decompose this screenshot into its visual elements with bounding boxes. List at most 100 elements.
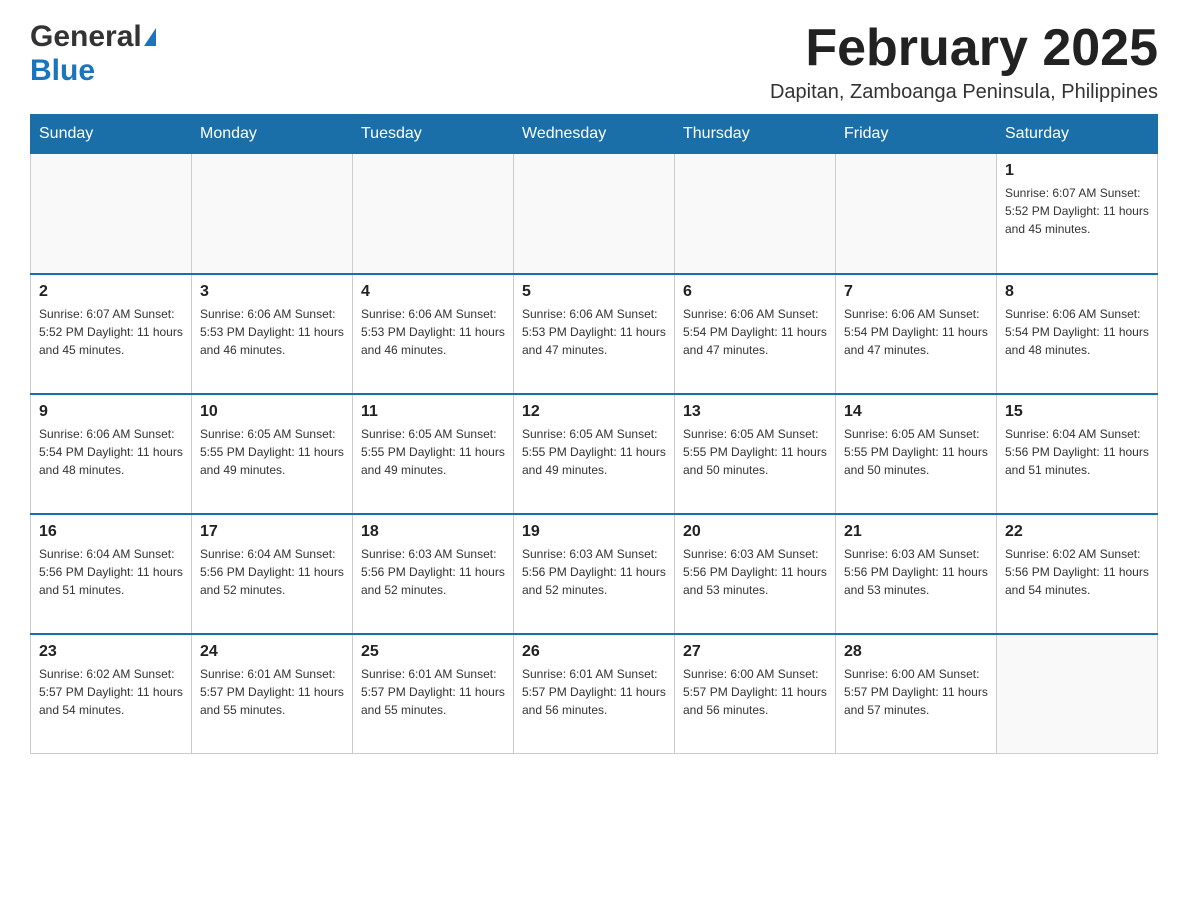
day-number: 6 xyxy=(683,283,827,301)
day-info: Sunrise: 6:05 AM Sunset: 5:55 PM Dayligh… xyxy=(200,425,344,479)
day-info: Sunrise: 6:03 AM Sunset: 5:56 PM Dayligh… xyxy=(361,545,505,599)
day-number: 8 xyxy=(1005,283,1149,301)
day-info: Sunrise: 6:01 AM Sunset: 5:57 PM Dayligh… xyxy=(522,665,666,719)
calendar-day: 3 Sunrise: 6:06 AM Sunset: 5:53 PM Daylig… xyxy=(192,274,353,394)
day-number: 27 xyxy=(683,643,827,661)
day-info: Sunrise: 6:07 AM Sunset: 5:52 PM Dayligh… xyxy=(1005,184,1149,238)
day-number: 22 xyxy=(1005,523,1149,541)
day-number: 24 xyxy=(200,643,344,661)
calendar-week-row: 2 Sunrise: 6:07 AM Sunset: 5:52 PM Daylig… xyxy=(31,274,1158,394)
day-info: Sunrise: 6:06 AM Sunset: 5:53 PM Dayligh… xyxy=(522,305,666,359)
calendar-day: 14 Sunrise: 6:05 AM Sunset: 5:55 PM Dayli… xyxy=(836,394,997,514)
calendar-day: 17 Sunrise: 6:04 AM Sunset: 5:56 PM Dayli… xyxy=(192,514,353,634)
col-tuesday: Tuesday xyxy=(353,115,514,154)
day-info: Sunrise: 6:00 AM Sunset: 5:57 PM Dayligh… xyxy=(844,665,988,719)
calendar-day: 25Sunrise: 6:01 AM Sunset: 5:57 PM Dayli… xyxy=(353,634,514,754)
day-number: 5 xyxy=(522,283,666,301)
day-info: Sunrise: 6:06 AM Sunset: 5:54 PM Dayligh… xyxy=(39,425,183,479)
calendar-day: 15Sunrise: 6:04 AM Sunset: 5:56 PM Dayli… xyxy=(997,394,1158,514)
day-number: 25 xyxy=(361,643,505,661)
day-number: 16 xyxy=(39,523,183,541)
calendar-day xyxy=(514,154,675,274)
day-number: 17 xyxy=(200,523,344,541)
day-info: Sunrise: 6:01 AM Sunset: 5:57 PM Dayligh… xyxy=(200,665,344,719)
day-number: 19 xyxy=(522,523,666,541)
day-info: Sunrise: 6:05 AM Sunset: 5:55 PM Dayligh… xyxy=(522,425,666,479)
col-sunday: Sunday xyxy=(31,115,192,154)
calendar-day: 24 Sunrise: 6:01 AM Sunset: 5:57 PM Dayli… xyxy=(192,634,353,754)
day-number: 10 xyxy=(200,403,344,421)
calendar-day: 12 Sunrise: 6:05 AM Sunset: 5:55 PM Dayli… xyxy=(514,394,675,514)
day-number: 9 xyxy=(39,403,183,421)
calendar-day: 7 Sunrise: 6:06 AM Sunset: 5:54 PM Daylig… xyxy=(836,274,997,394)
col-saturday: Saturday xyxy=(997,115,1158,154)
calendar-day: 18 Sunrise: 6:03 AM Sunset: 5:56 PM Dayli… xyxy=(353,514,514,634)
day-number: 3 xyxy=(200,283,344,301)
calendar-day xyxy=(31,154,192,274)
calendar-day xyxy=(836,154,997,274)
calendar-day: 6 Sunrise: 6:06 AM Sunset: 5:54 PM Daylig… xyxy=(675,274,836,394)
day-info: Sunrise: 6:02 AM Sunset: 5:56 PM Dayligh… xyxy=(1005,545,1149,599)
col-thursday: Thursday xyxy=(675,115,836,154)
day-number: 13 xyxy=(683,403,827,421)
calendar-day: 8 Sunrise: 6:06 AM Sunset: 5:54 PM Daylig… xyxy=(997,274,1158,394)
calendar-day: 16Sunrise: 6:04 AM Sunset: 5:56 PM Dayli… xyxy=(31,514,192,634)
col-friday: Friday xyxy=(836,115,997,154)
location-subtitle: Dapitan, Zamboanga Peninsula, Philippine… xyxy=(770,81,1158,104)
day-number: 18 xyxy=(361,523,505,541)
day-number: 14 xyxy=(844,403,988,421)
day-number: 28 xyxy=(844,643,988,661)
day-info: Sunrise: 6:06 AM Sunset: 5:54 PM Dayligh… xyxy=(683,305,827,359)
title-area: February 2025 Dapitan, Zamboanga Peninsu… xyxy=(770,20,1158,104)
calendar-day: 26 Sunrise: 6:01 AM Sunset: 5:57 PM Dayli… xyxy=(514,634,675,754)
day-info: Sunrise: 6:05 AM Sunset: 5:55 PM Dayligh… xyxy=(844,425,988,479)
day-info: Sunrise: 6:06 AM Sunset: 5:54 PM Dayligh… xyxy=(1005,305,1149,359)
logo-general: General xyxy=(30,20,142,54)
day-info: Sunrise: 6:06 AM Sunset: 5:53 PM Dayligh… xyxy=(200,305,344,359)
calendar-day: 5 Sunrise: 6:06 AM Sunset: 5:53 PM Daylig… xyxy=(514,274,675,394)
col-monday: Monday xyxy=(192,115,353,154)
calendar-body: 1 Sunrise: 6:07 AM Sunset: 5:52 PM Daylig… xyxy=(31,154,1158,754)
calendar-day: 4 Sunrise: 6:06 AM Sunset: 5:53 PM Daylig… xyxy=(353,274,514,394)
logo-blue: Blue xyxy=(30,54,95,87)
day-info: Sunrise: 6:05 AM Sunset: 5:55 PM Dayligh… xyxy=(361,425,505,479)
logo-triangle-icon xyxy=(144,28,156,46)
logo: General Blue xyxy=(30,20,156,88)
calendar-day xyxy=(675,154,836,274)
calendar-week-row: 1 Sunrise: 6:07 AM Sunset: 5:52 PM Daylig… xyxy=(31,154,1158,274)
day-number: 1 xyxy=(1005,162,1149,180)
day-number: 7 xyxy=(844,283,988,301)
calendar-day: 2 Sunrise: 6:07 AM Sunset: 5:52 PM Daylig… xyxy=(31,274,192,394)
day-number: 12 xyxy=(522,403,666,421)
day-info: Sunrise: 6:04 AM Sunset: 5:56 PM Dayligh… xyxy=(200,545,344,599)
calendar-day: 20Sunrise: 6:03 AM Sunset: 5:56 PM Dayli… xyxy=(675,514,836,634)
calendar-day: 23Sunrise: 6:02 AM Sunset: 5:57 PM Dayli… xyxy=(31,634,192,754)
day-info: Sunrise: 6:06 AM Sunset: 5:53 PM Dayligh… xyxy=(361,305,505,359)
col-wednesday: Wednesday xyxy=(514,115,675,154)
day-number: 4 xyxy=(361,283,505,301)
calendar-day: 28 Sunrise: 6:00 AM Sunset: 5:57 PM Dayli… xyxy=(836,634,997,754)
calendar-day: 19 Sunrise: 6:03 AM Sunset: 5:56 PM Dayli… xyxy=(514,514,675,634)
calendar-day: 13 Sunrise: 6:05 AM Sunset: 5:55 PM Dayli… xyxy=(675,394,836,514)
day-info: Sunrise: 6:06 AM Sunset: 5:54 PM Dayligh… xyxy=(844,305,988,359)
day-number: 23 xyxy=(39,643,183,661)
calendar-day: 27Sunrise: 6:00 AM Sunset: 5:57 PM Dayli… xyxy=(675,634,836,754)
day-info: Sunrise: 6:05 AM Sunset: 5:55 PM Dayligh… xyxy=(683,425,827,479)
calendar-day: 1 Sunrise: 6:07 AM Sunset: 5:52 PM Daylig… xyxy=(997,154,1158,274)
day-info: Sunrise: 6:03 AM Sunset: 5:56 PM Dayligh… xyxy=(522,545,666,599)
day-number: 20 xyxy=(683,523,827,541)
day-number: 26 xyxy=(522,643,666,661)
calendar-header: Sunday Monday Tuesday Wednesday Thursday… xyxy=(31,115,1158,154)
days-of-week-row: Sunday Monday Tuesday Wednesday Thursday… xyxy=(31,115,1158,154)
month-year-title: February 2025 xyxy=(770,20,1158,77)
calendar-day: 22 Sunrise: 6:02 AM Sunset: 5:56 PM Dayli… xyxy=(997,514,1158,634)
calendar-day: 11Sunrise: 6:05 AM Sunset: 5:55 PM Dayli… xyxy=(353,394,514,514)
calendar-day: 9 Sunrise: 6:06 AM Sunset: 5:54 PM Daylig… xyxy=(31,394,192,514)
day-info: Sunrise: 6:07 AM Sunset: 5:52 PM Dayligh… xyxy=(39,305,183,359)
day-number: 21 xyxy=(844,523,988,541)
calendar-day: 10 Sunrise: 6:05 AM Sunset: 5:55 PM Dayli… xyxy=(192,394,353,514)
page-header: General Blue February 2025 Dapitan, Zamb… xyxy=(30,20,1158,104)
day-number: 2 xyxy=(39,283,183,301)
day-number: 15 xyxy=(1005,403,1149,421)
calendar-week-row: 16 Sunrise: 6:04 AM Sunset: 5:56 PM Dayli… xyxy=(31,514,1158,634)
